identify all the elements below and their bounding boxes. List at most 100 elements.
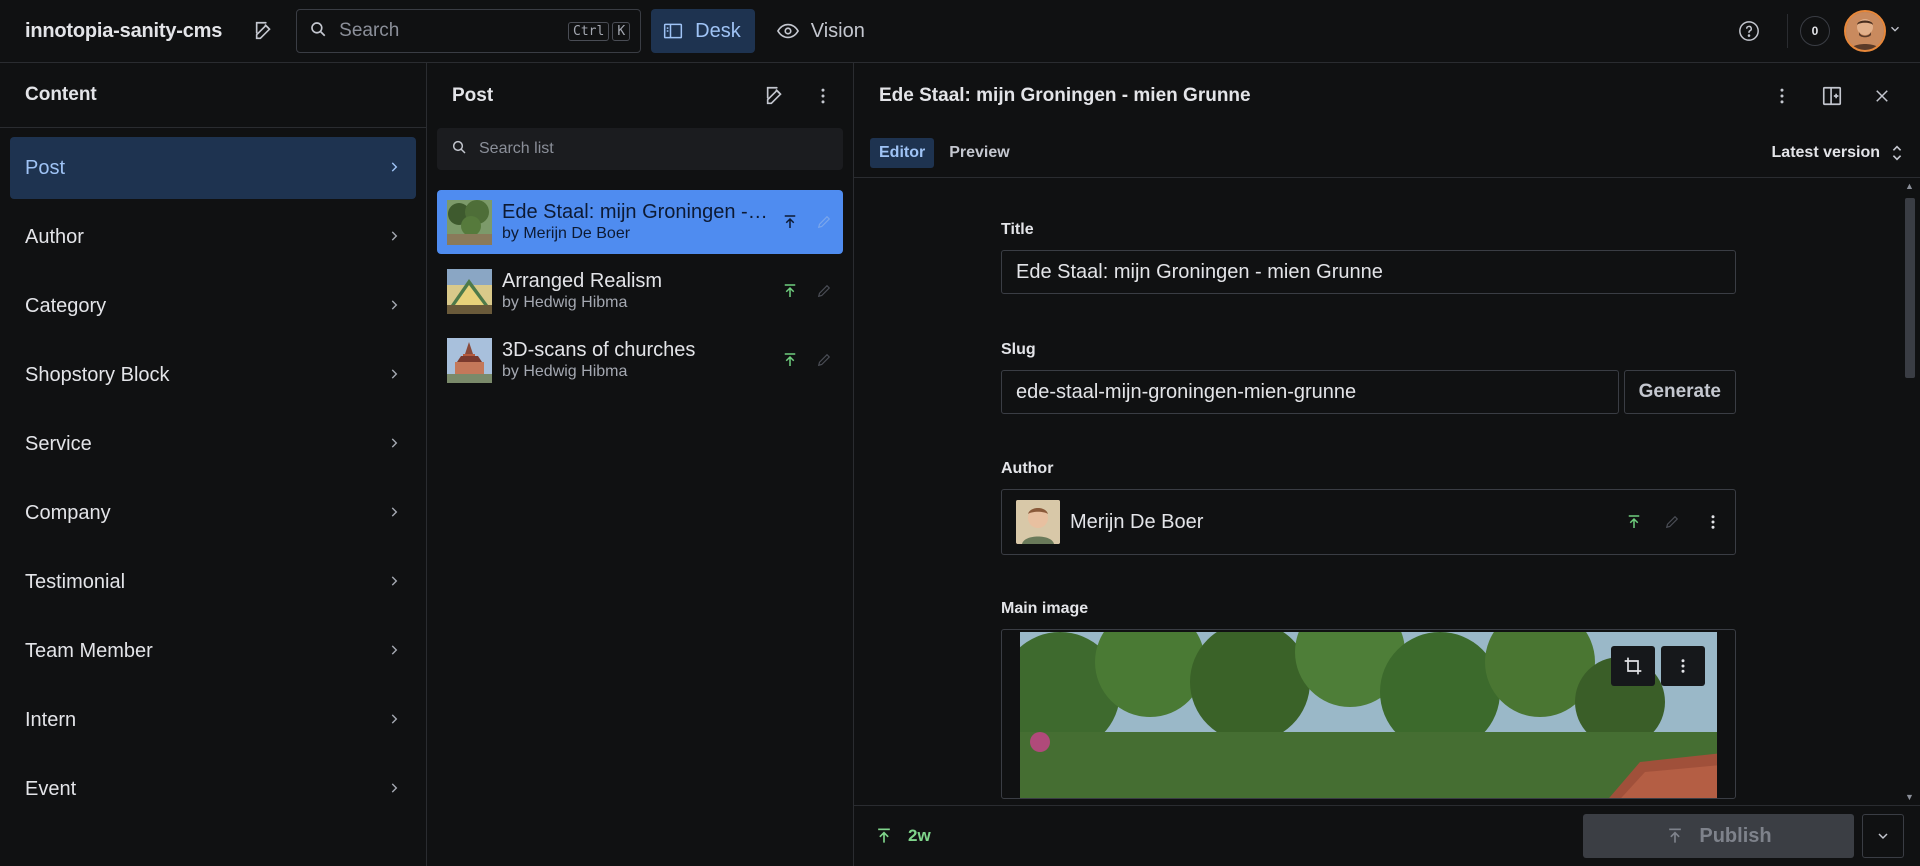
published-icon [784, 215, 796, 228]
edit-icon [1665, 515, 1679, 529]
top-bar: innotopia-sanity-cms Search Ctrl K Desk … [0, 0, 1920, 63]
content-item-category[interactable]: Category [10, 275, 416, 337]
content-pane: Content Post Author Category Shopstory B… [0, 63, 427, 866]
document-subtitle: by Hedwig Hibma [502, 294, 628, 311]
tool-desk-label: Desk [695, 19, 741, 42]
chevron-right-icon [387, 709, 401, 732]
slug-input[interactable]: ede-staal-mijn-groningen-mien-grunne [1001, 370, 1619, 414]
document-subtitle: by Hedwig Hibma [502, 363, 628, 380]
title-input[interactable]: Ede Staal: mijn Groningen - mien Grunne [1001, 250, 1736, 294]
content-item-label: Event [25, 777, 77, 800]
edit-icon [817, 353, 831, 367]
document-status [781, 282, 833, 300]
document-list-item[interactable]: Ede Staal: mijn Groningen - mien Grunne … [437, 190, 843, 254]
document-title: 3D-scans of churches [502, 339, 696, 361]
scroll-up-icon[interactable]: ▲ [1905, 181, 1914, 191]
author-label: Author [1001, 460, 1054, 477]
crop-icon[interactable] [1611, 646, 1655, 686]
form-scrollbar[interactable]: ▲ ▼ [1900, 178, 1920, 805]
search-placeholder: Search [339, 20, 400, 41]
author-field: Author Merijn De Boer [1001, 460, 1736, 555]
close-icon[interactable] [1864, 78, 1900, 114]
content-type-list: Post Author Category Shopstory Block Ser… [0, 128, 426, 820]
published-icon [784, 353, 796, 366]
content-item-label: Shopstory Block [25, 363, 170, 386]
version-selector[interactable]: Latest version [1772, 144, 1904, 162]
shortcut-key-k: K [612, 21, 631, 41]
content-item-service[interactable]: Service [10, 413, 416, 475]
editor-footer: 2w Publish [854, 805, 1920, 866]
generate-slug-button[interactable]: Generate [1623, 370, 1736, 414]
scroll-thumb[interactable] [1905, 198, 1915, 378]
content-item-label: Post [25, 156, 66, 179]
chevron-right-icon [387, 226, 401, 249]
user-avatar[interactable] [1844, 10, 1886, 52]
status-age: 2w [908, 826, 931, 845]
chevron-right-icon [387, 502, 401, 525]
editor-header-actions [1764, 78, 1900, 114]
tool-vision[interactable]: Vision [765, 9, 879, 53]
more-vertical-icon[interactable] [1764, 78, 1800, 114]
document-thumbnail [447, 268, 492, 314]
content-item-label: Team Member [25, 639, 153, 662]
image-toolbar [1611, 646, 1705, 686]
document-status [781, 351, 833, 369]
document-thumbnail [447, 199, 492, 245]
chevron-right-icon [387, 157, 401, 180]
content-item-testimonial[interactable]: Testimonial [10, 551, 416, 613]
scroll-down-icon[interactable]: ▼ [1905, 792, 1914, 802]
tab-editor[interactable]: Editor [870, 137, 935, 168]
search-icon [309, 20, 327, 43]
shortcut-key-ctrl: Ctrl [568, 21, 610, 41]
author-reference[interactable]: Merijn De Boer [1001, 489, 1736, 555]
content-item-team-member[interactable]: Team Member [10, 620, 416, 682]
document-status-indicator[interactable]: 2w [874, 826, 931, 846]
split-pane-icon[interactable] [1814, 78, 1850, 114]
more-vertical-icon[interactable] [805, 78, 841, 114]
content-item-label: Intern [25, 708, 77, 731]
list-search-input[interactable]: Search list [437, 128, 843, 170]
form-area: Title Ede Staal: mijn Groningen - mien G… [854, 178, 1900, 805]
content-pane-header: Content [0, 63, 426, 128]
chevron-right-icon [387, 571, 401, 594]
user-menu-chevron-icon[interactable] [1888, 22, 1902, 41]
content-item-company[interactable]: Company [10, 482, 416, 544]
global-search-input[interactable]: Search Ctrl K [296, 9, 642, 53]
eye-icon [776, 23, 799, 39]
main-image-preview[interactable] [1001, 629, 1736, 799]
content-item-intern[interactable]: Intern [10, 689, 416, 751]
published-icon [784, 284, 796, 297]
more-vertical-icon[interactable] [1661, 646, 1705, 686]
published-icon [878, 828, 890, 843]
content-item-label: Author [25, 225, 84, 248]
publish-label: Publish [1699, 824, 1772, 847]
chevron-right-icon [387, 295, 401, 318]
content-item-label: Company [25, 501, 111, 524]
document-list-item[interactable]: 3D-scans of churches by Hedwig Hibma [437, 328, 843, 392]
tab-preview[interactable]: Preview [940, 138, 1018, 168]
publish-button[interactable]: Publish [1583, 814, 1854, 858]
compose-icon[interactable] [757, 78, 793, 114]
new-document-icon[interactable] [246, 13, 282, 49]
tool-desk[interactable]: Desk [651, 9, 755, 53]
help-icon[interactable] [1731, 13, 1767, 49]
content-item-author[interactable]: Author [10, 206, 416, 268]
app-title[interactable]: innotopia-sanity-cms [25, 20, 222, 43]
content-item-post[interactable]: Post [10, 137, 416, 199]
content-pane-title: Content [25, 84, 97, 105]
content-item-event[interactable]: Event [10, 758, 416, 820]
publish-menu-button[interactable] [1862, 814, 1904, 858]
notification-badge[interactable]: 0 [1800, 16, 1830, 46]
chevron-up-down-icon [1892, 145, 1902, 160]
desk-icon [664, 23, 683, 39]
document-thumbnail [447, 337, 492, 383]
document-subtitle: by Merijn De Boer [502, 225, 631, 242]
publish-icon [1669, 828, 1682, 843]
content-item-shopstory-block[interactable]: Shopstory Block [10, 344, 416, 406]
post-pane-actions [757, 78, 841, 114]
tool-vision-label: Vision [810, 19, 865, 42]
more-vertical-icon[interactable] [1701, 504, 1725, 540]
document-list-item[interactable]: Arranged Realism by Hedwig Hibma [437, 259, 843, 323]
post-list-pane: Post Search list Ede Staal: mijn Groning… [427, 63, 854, 866]
document-editor-pane: Ede Staal: mijn Groningen - mien Grunne … [854, 63, 1920, 866]
